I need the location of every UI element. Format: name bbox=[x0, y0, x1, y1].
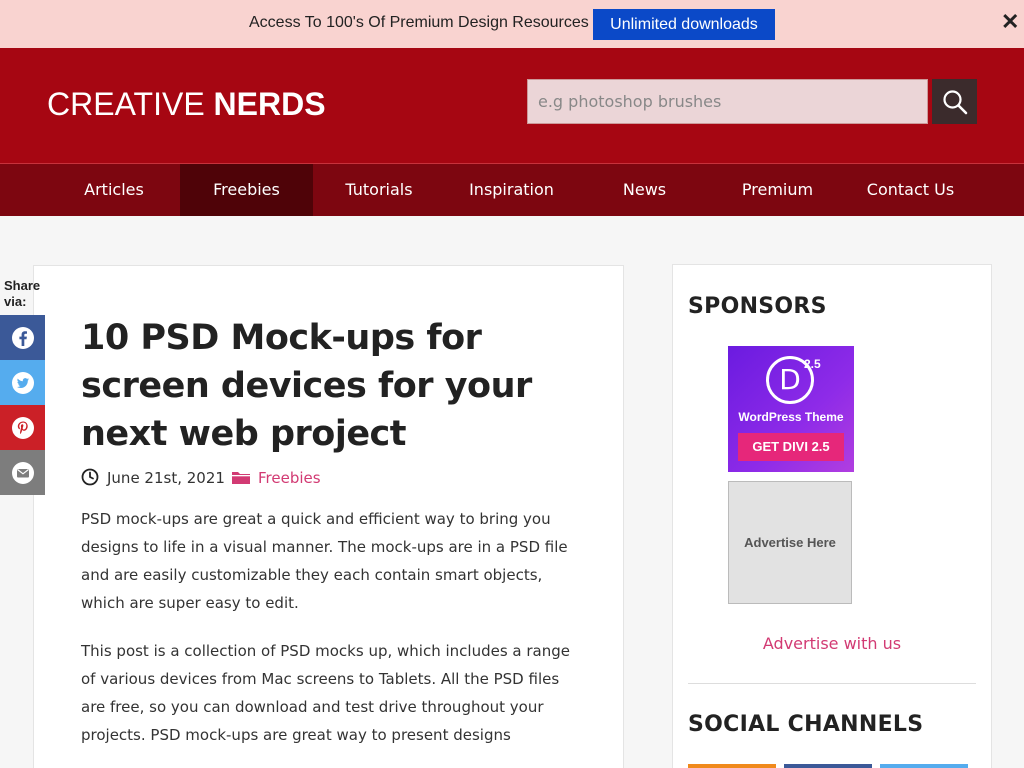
clock-icon bbox=[81, 468, 99, 486]
nav-item-news[interactable]: News bbox=[578, 164, 711, 216]
article-title: 10 PSD Mock-ups for screen devices for y… bbox=[81, 318, 532, 454]
advertise-with-us-link[interactable]: Advertise with us bbox=[673, 634, 991, 653]
divi-version: 2.5 bbox=[804, 357, 821, 371]
nav-item-premium[interactable]: Premium bbox=[711, 164, 844, 216]
share-email-button[interactable] bbox=[0, 450, 45, 495]
promo-bar: Access To 100's Of Premium Design Resour… bbox=[0, 0, 1024, 48]
folder-icon bbox=[232, 472, 250, 484]
nav-item-contact-us[interactable]: Contact Us bbox=[844, 164, 977, 216]
unlimited-downloads-button[interactable]: Unlimited downloads bbox=[593, 9, 775, 40]
sponsors-heading: SPONSORS bbox=[688, 294, 827, 319]
email-icon bbox=[12, 462, 34, 484]
divi-subtitle: WordPress Theme bbox=[738, 410, 844, 424]
divi-sponsor-ad[interactable]: D 2.5 WordPress Theme GET DIVI 2.5 bbox=[728, 346, 854, 472]
site-logo[interactable]: CREATIVE NERDS bbox=[47, 86, 326, 123]
site-header: CREATIVE NERDS e.g photoshop brushes bbox=[0, 48, 1024, 163]
nav-item-freebies[interactable]: Freebies bbox=[180, 164, 313, 216]
social-channel-tile[interactable] bbox=[880, 764, 968, 768]
facebook-icon bbox=[12, 327, 34, 349]
promo-text: Access To 100's Of Premium Design Resour… bbox=[249, 14, 589, 31]
search-button[interactable] bbox=[932, 79, 977, 124]
article-card: 10 PSD Mock-ups for screen devices for y… bbox=[33, 265, 624, 768]
close-icon[interactable]: ✕ bbox=[1001, 11, 1019, 33]
twitter-icon bbox=[12, 372, 34, 394]
share-facebook-button[interactable] bbox=[0, 315, 45, 360]
nav-item-articles[interactable]: Articles bbox=[48, 164, 180, 216]
nav-item-inspiration[interactable]: Inspiration bbox=[445, 164, 578, 216]
logo-bold-text: NERDS bbox=[213, 86, 326, 122]
divi-cta-button[interactable]: GET DIVI 2.5 bbox=[738, 433, 844, 461]
search-input[interactable]: e.g photoshop brushes bbox=[527, 79, 928, 124]
share-pinterest-button[interactable] bbox=[0, 405, 45, 450]
nav-item-tutorials[interactable]: Tutorials bbox=[313, 164, 445, 216]
pinterest-icon bbox=[12, 417, 34, 439]
social-channel-tile[interactable] bbox=[688, 764, 776, 768]
share-twitter-button[interactable] bbox=[0, 360, 45, 405]
share-label: Share via: bbox=[4, 278, 41, 309]
social-channels-heading: SOCIAL CHANNELS bbox=[688, 712, 924, 737]
main-nav: Articles Freebies Tutorials Inspiration … bbox=[0, 163, 1024, 216]
logo-light-text: CREATIVE bbox=[47, 86, 214, 122]
search-icon bbox=[943, 90, 968, 115]
sidebar-divider bbox=[688, 683, 976, 684]
article-date: June 21st, 2021 bbox=[107, 469, 225, 487]
article-category-link[interactable]: Freebies bbox=[258, 469, 321, 487]
advertise-here-box[interactable]: Advertise Here bbox=[728, 481, 852, 604]
sidebar: SPONSORS D 2.5 WordPress Theme GET DIVI … bbox=[672, 264, 992, 768]
social-channel-tile[interactable] bbox=[784, 764, 872, 768]
article-paragraph: PSD mock-ups are great a quick and effic… bbox=[81, 510, 568, 612]
article-paragraph: This post is a collection of PSD mocks u… bbox=[81, 642, 570, 744]
